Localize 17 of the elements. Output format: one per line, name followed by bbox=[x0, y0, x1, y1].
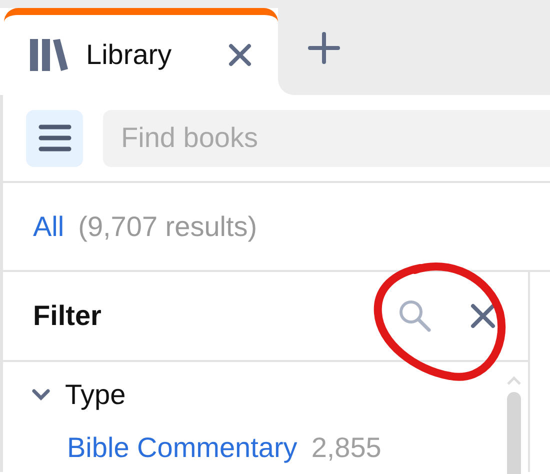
close-icon[interactable] bbox=[228, 43, 252, 67]
plus-icon bbox=[308, 32, 340, 64]
filter-title: Filter bbox=[33, 300, 102, 332]
close-icon bbox=[470, 303, 496, 329]
scrollbar-thumb[interactable] bbox=[507, 392, 521, 474]
menu-button[interactable] bbox=[26, 110, 83, 166]
tab-label: Library bbox=[86, 39, 173, 71]
option-count: 2,855 bbox=[311, 432, 382, 464]
filter-option[interactable]: Bible Commentary bbox=[67, 432, 298, 464]
search-field[interactable]: Find books bbox=[103, 110, 550, 166]
books-icon bbox=[30, 39, 68, 71]
all-link[interactable]: All bbox=[33, 210, 64, 242]
search-icon bbox=[398, 299, 432, 333]
menu-icon bbox=[38, 124, 72, 152]
type-group-toggle[interactable]: Type bbox=[31, 372, 126, 418]
result-count: (9,707 results) bbox=[78, 210, 258, 242]
close-button[interactable] bbox=[468, 301, 498, 331]
